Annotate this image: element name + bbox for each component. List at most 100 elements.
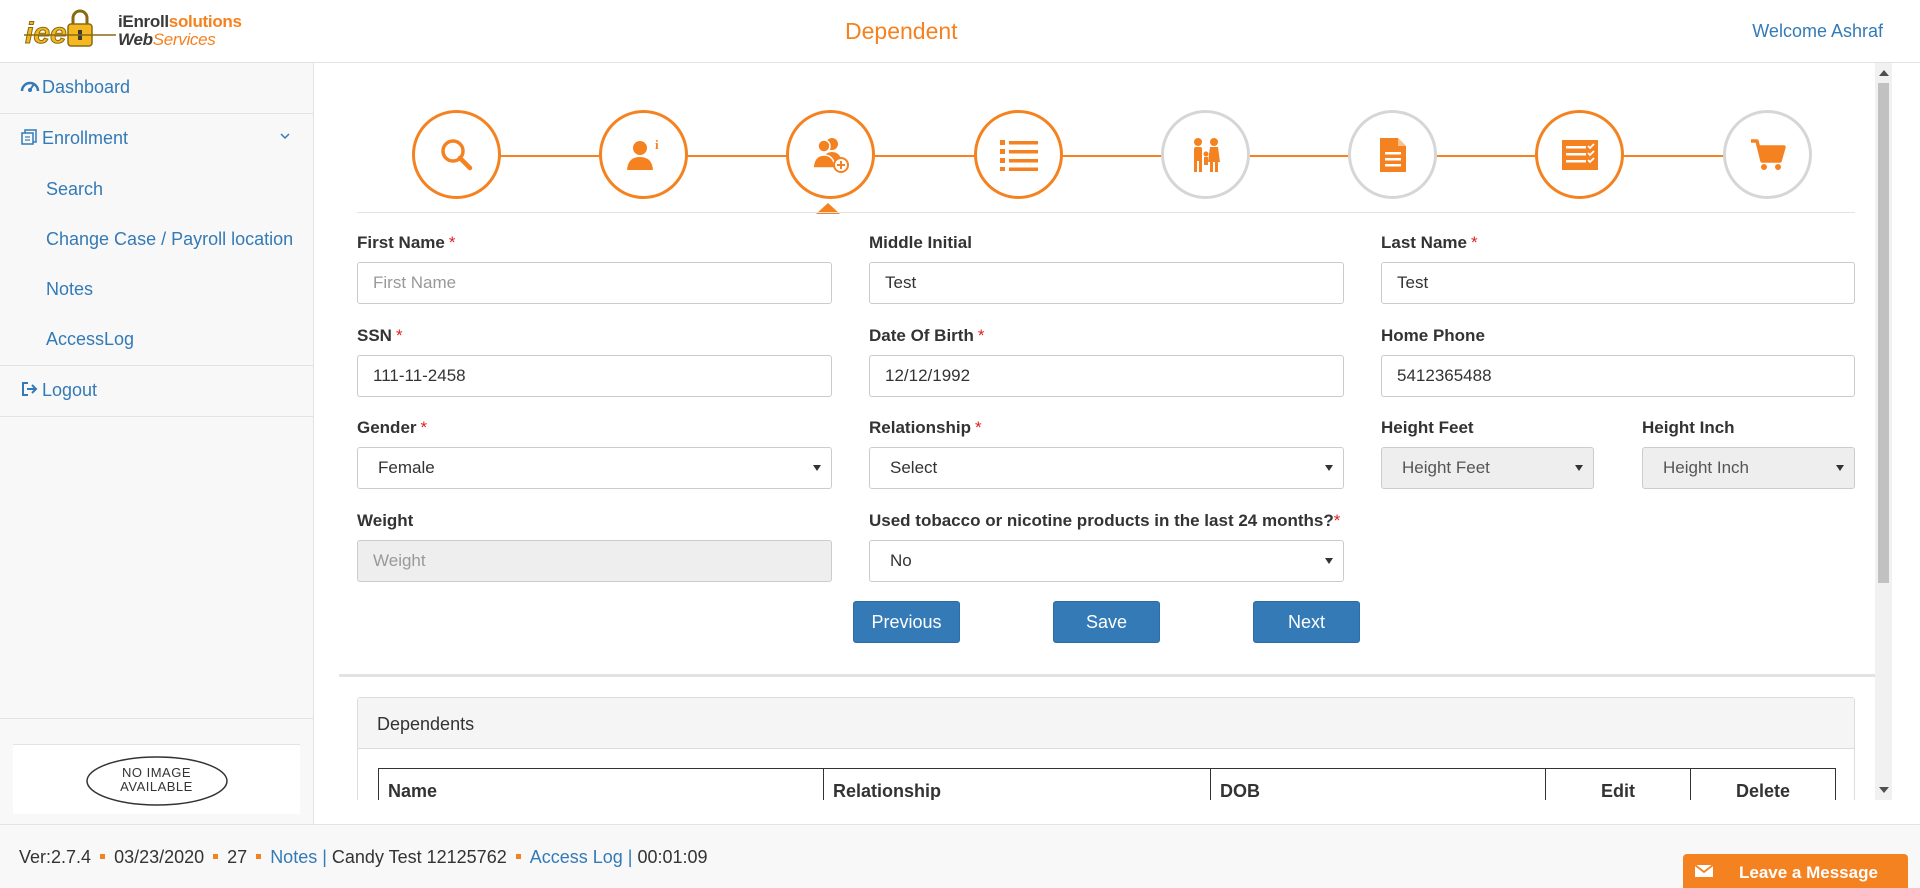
leave-message-button[interactable]: Leave a Message — [1683, 854, 1908, 888]
gender-label: Gender * — [357, 418, 428, 437]
document-icon — [1379, 137, 1406, 172]
home-phone-label: Home Phone — [1381, 326, 1485, 345]
sidebar-divider — [0, 718, 313, 719]
save-button[interactable]: Save — [1053, 601, 1160, 643]
welcome-user-link[interactable]: Welcome Ashraf — [1752, 21, 1883, 42]
dropdown-caret-icon — [1836, 465, 1844, 471]
sidebar-item-label: Logout — [42, 380, 98, 400]
dashboard-icon — [20, 81, 40, 92]
sidebar-item-logout[interactable]: Logout — [0, 365, 313, 417]
home-phone-input[interactable]: 5412365488 — [1381, 355, 1855, 397]
logo-text-web: Web — [118, 30, 153, 49]
count-text: 27 — [227, 847, 248, 867]
family-icon — [1193, 137, 1220, 172]
access-log-link[interactable]: Access Log | — [530, 847, 633, 867]
no-image-text: AVAILABLE — [120, 779, 193, 794]
section-divider — [339, 674, 1876, 677]
svg-text:iee: iee — [25, 17, 67, 50]
dropdown-caret-icon — [1325, 465, 1333, 471]
date-text: 03/23/2020 — [114, 847, 205, 867]
height-feet-select[interactable]: Height Feet — [1381, 447, 1594, 489]
content-clip — [315, 800, 1920, 824]
scroll-up-arrow-icon[interactable] — [1879, 70, 1889, 76]
logout-icon — [22, 382, 38, 396]
tobacco-label: Used tobacco or nicotine products in the… — [869, 511, 1341, 530]
step-list[interactable] — [974, 110, 1063, 199]
next-button[interactable]: Next — [1253, 601, 1360, 643]
session-timer: 00:01:09 — [637, 847, 708, 867]
leave-message-label: Leave a Message — [1739, 863, 1878, 882]
footer-status-row: Ver:2.7.4 03/23/2020 27 Notes | Candy Test … — [19, 847, 708, 868]
required-marker: * — [420, 418, 428, 437]
cart-icon — [1750, 138, 1786, 170]
case-info-text: Candy Test 12125762 — [331, 847, 507, 867]
tobacco-select[interactable]: No — [869, 540, 1344, 582]
ssn-input[interactable]: 111-11-2458 — [357, 355, 832, 397]
checklist-icon — [1561, 139, 1598, 170]
no-image-text: NO IMAGE — [121, 765, 191, 780]
last-name-input[interactable]: Test — [1381, 262, 1855, 304]
version-text: Ver:2.7.4 — [19, 847, 92, 867]
step-personal-info[interactable]: i — [599, 110, 688, 199]
add-dependent-icon — [811, 137, 849, 173]
previous-button[interactable]: Previous — [853, 601, 960, 643]
notes-link[interactable]: Notes | — [270, 847, 327, 867]
main-scrollbar[interactable] — [1875, 63, 1892, 800]
enrollment-icon — [21, 129, 37, 145]
logo-text-services: Services — [152, 30, 216, 49]
stepper-divider — [357, 212, 1855, 213]
scrollbar-thumb[interactable] — [1878, 83, 1889, 583]
dob-label: Date Of Birth * — [869, 326, 985, 345]
gender-select[interactable]: Female — [357, 447, 832, 489]
separator-dot — [515, 854, 521, 860]
sidebar-item-label: Dashboard — [42, 77, 131, 97]
logo-lock-icon: iee — [24, 9, 116, 51]
middle-initial-input[interactable]: Test — [869, 262, 1344, 304]
sidebar-item-enrollment[interactable]: Enrollment — [0, 114, 313, 164]
step-search[interactable] — [412, 110, 501, 199]
person-info-icon: i — [626, 137, 659, 170]
height-inch-select[interactable]: Height Inch — [1642, 447, 1855, 489]
chevron-down-icon — [280, 133, 290, 140]
dependents-panel-title: Dependents — [358, 698, 1854, 749]
ienroll-logo[interactable]: iee iEnrollsolutions WebServices — [24, 8, 244, 54]
relationship-label: Relationship * — [869, 418, 982, 437]
weight-label: Weight — [357, 511, 414, 530]
first-name-input[interactable]: First Name — [357, 262, 832, 304]
envelope-icon — [1694, 864, 1714, 877]
sidebar-item-notes[interactable]: Notes — [46, 279, 93, 300]
logo-text-solutions: solutions — [168, 12, 242, 31]
footer: Ver:2.7.4 03/23/2020 27 Notes | Candy Test … — [0, 824, 1920, 888]
sidebar: Dashboard Enrollment Search Change Case … — [0, 63, 314, 824]
dropdown-caret-icon — [1575, 465, 1583, 471]
separator-dot — [213, 854, 219, 860]
logo-text-ienroll: iEnroll — [118, 12, 169, 31]
sidebar-item-dashboard[interactable]: Dashboard — [0, 63, 313, 114]
step-cart[interactable] — [1723, 110, 1812, 199]
first-name-label: First Name * — [357, 233, 456, 252]
required-marker: * — [1333, 511, 1341, 530]
separator-dot — [100, 854, 106, 860]
sidebar-item-search[interactable]: Search — [46, 179, 103, 200]
weight-input[interactable]: Weight — [357, 540, 832, 582]
dropdown-caret-icon — [1325, 558, 1333, 564]
sidebar-item-label: Enrollment — [42, 128, 129, 148]
step-documents[interactable] — [1348, 110, 1437, 199]
step-add-dependent[interactable] — [786, 110, 875, 199]
no-image-placeholder: NO IMAGE AVAILABLE — [13, 744, 300, 814]
scroll-down-arrow-icon[interactable] — [1879, 787, 1889, 793]
sidebar-item-change-case[interactable]: Change Case / Payroll location — [46, 229, 293, 250]
step-checklist[interactable] — [1535, 110, 1624, 199]
page-title: Dependent — [845, 18, 958, 44]
required-marker: * — [395, 326, 403, 345]
required-marker: * — [977, 326, 985, 345]
dob-input[interactable]: 12/12/1992 — [869, 355, 1344, 397]
required-marker: * — [975, 418, 982, 437]
relationship-select[interactable]: Select — [869, 447, 1344, 489]
svg-text:i: i — [655, 137, 659, 152]
dropdown-caret-icon — [813, 465, 821, 471]
required-marker: * — [448, 233, 456, 252]
step-family[interactable] — [1161, 110, 1250, 199]
ssn-label: SSN * — [357, 326, 403, 345]
sidebar-item-accesslog[interactable]: AccessLog — [46, 329, 134, 350]
